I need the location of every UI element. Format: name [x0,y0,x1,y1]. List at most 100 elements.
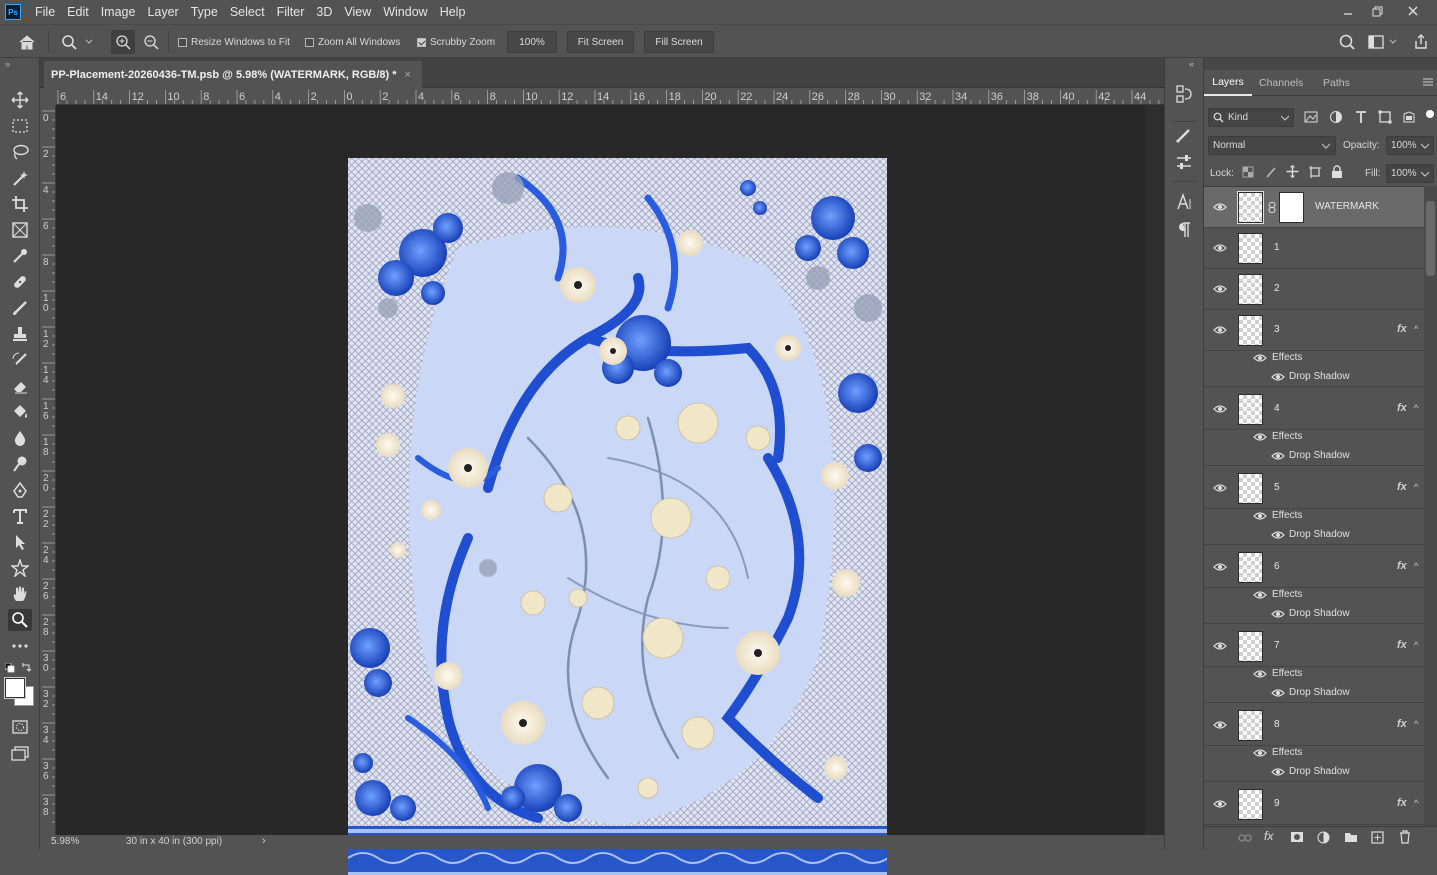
crop-tool-icon[interactable] [8,193,32,215]
visibility-eye-icon[interactable] [1213,325,1227,339]
hand-tool-icon[interactable] [8,583,32,605]
layer-row[interactable]: 7 fx ^ [1204,626,1424,667]
collapse-tools-icon[interactable]: » [5,59,10,69]
filter-adjustment-icon[interactable] [1329,110,1343,127]
canvas-workspace[interactable] [56,105,1145,875]
drop-shadow-row[interactable]: Drop Shadow [1204,684,1424,703]
layer-thumbnail[interactable] [1238,233,1263,264]
layer-effects-row[interactable]: Effects [1204,507,1424,526]
path-selection-tool-icon[interactable] [8,531,32,553]
layer-name[interactable]: 8 [1274,719,1280,730]
status-arrow-icon[interactable]: › [262,835,266,847]
layer-thumbnail[interactable] [1238,552,1263,583]
scrubby-zoom-check[interactable] [417,37,426,47]
chevron-up-icon[interactable]: ^ [1414,324,1418,334]
effects-eye-icon[interactable] [1253,432,1267,446]
history-panel-icon[interactable] [1175,84,1193,107]
frame-tool-icon[interactable] [8,219,32,241]
custom-shape-tool-icon[interactable] [8,557,32,579]
fill-input[interactable]: 100% [1386,164,1434,183]
filter-type-icon[interactable] [1354,110,1368,127]
character-panel-icon[interactable] [1175,192,1193,214]
resize-windows-checkbox[interactable]: Resize Windows to Fit [178,25,290,59]
layer-name[interactable]: 9 [1274,798,1280,809]
visibility-eye-icon[interactable] [1213,562,1227,576]
layer-effects-row[interactable]: Effects [1204,428,1424,447]
filter-toggle-icon[interactable] [1426,110,1434,118]
layer-thumbnail[interactable] [1238,710,1263,741]
menu-3d[interactable]: 3D [310,0,338,24]
blend-mode-select[interactable]: Normal [1208,136,1336,155]
more-tools-icon[interactable] [8,635,32,657]
layer-fx-icon[interactable]: fx [1397,718,1407,730]
layer-name[interactable]: 6 [1274,561,1280,572]
zoom-out-icon[interactable] [143,25,159,59]
layer-name[interactable]: 1 [1274,242,1280,253]
menu-file[interactable]: File [29,0,61,24]
healing-brush-tool-icon[interactable] [8,271,32,293]
menu-image[interactable]: Image [95,0,142,24]
drop-shadow-row[interactable]: Drop Shadow [1204,605,1424,624]
type-tool-icon[interactable] [8,505,32,527]
filter-smart-object-icon[interactable] [1402,110,1416,127]
layer-fx-icon[interactable]: fx [1397,797,1407,809]
visibility-eye-icon[interactable] [1213,243,1227,257]
search-icon[interactable] [1338,25,1356,59]
paint-bucket-tool-icon[interactable] [8,401,32,423]
zoom-all-windows-checkbox[interactable]: Zoom All Windows [305,25,400,59]
marquee-tool-icon[interactable] [8,115,32,137]
paragraph-panel-icon[interactable] [1175,221,1193,242]
layer-fx-icon[interactable]: fx [1397,481,1407,493]
drop-shadow-row[interactable]: Drop Shadow [1204,447,1424,466]
move-tool-icon[interactable] [8,89,32,111]
resize-windows-check[interactable] [178,37,187,47]
layer-name[interactable]: WATERMARK [1315,201,1379,212]
filter-shape-icon[interactable] [1378,110,1392,127]
adjustments-panel-icon[interactable] [1175,153,1193,174]
document-canvas[interactable] [348,158,887,875]
eraser-tool-icon[interactable] [8,375,32,397]
default-colors-icon[interactable] [4,662,15,676]
effects-eye-icon[interactable] [1253,748,1267,762]
clone-stamp-tool-icon[interactable] [8,323,32,345]
link-chain-icon[interactable] [1268,202,1276,213]
menu-select[interactable]: Select [224,0,271,24]
drop-shadow-eye-icon[interactable] [1271,767,1285,781]
visibility-eye-icon[interactable] [1213,641,1227,655]
new-adjustment-layer-icon[interactable] [1317,831,1330,847]
drop-shadow-row[interactable]: Drop Shadow [1204,526,1424,545]
layer-fx-icon[interactable]: fx [1397,639,1407,651]
menu-view[interactable]: View [338,0,377,24]
drop-shadow-row[interactable]: Drop Shadow [1204,763,1424,782]
tab-paths[interactable]: Paths [1323,70,1350,96]
layer-row[interactable]: 9 fx ^ [1204,784,1424,825]
zoom-all-check[interactable] [305,37,314,47]
layer-effects-row[interactable]: Effects [1204,665,1424,684]
scrubby-zoom-checkbox[interactable]: Scrubby Zoom [417,25,495,59]
layer-effects-row[interactable]: Effects [1204,586,1424,605]
lock-position-icon[interactable] [1286,164,1299,181]
visibility-eye-icon[interactable] [1213,404,1227,418]
visibility-eye-icon[interactable] [1213,202,1227,216]
layer-row[interactable]: 2 [1204,269,1424,310]
zoom-in-icon[interactable] [111,30,135,54]
tab-layers[interactable]: Layers [1204,70,1252,96]
visibility-eye-icon[interactable] [1213,720,1227,734]
layer-row[interactable]: 4 fx ^ [1204,389,1424,430]
vertical-ruler[interactable]: 02468101214161820222426283032343638 [40,105,56,835]
layer-thumbnail[interactable] [1238,631,1263,662]
zoom-value-button[interactable]: 100% [507,31,557,53]
effects-eye-icon[interactable] [1253,590,1267,604]
layer-fx-icon[interactable]: fx [1397,560,1407,572]
layers-list[interactable]: WATERMARK 1 2 3 fx ^ Effects Drop Shadow 4 fx ^ Eff… [1204,186,1424,826]
drop-shadow-eye-icon[interactable] [1271,609,1285,623]
close-tab-icon[interactable]: × [405,69,411,81]
drop-shadow-eye-icon[interactable] [1271,688,1285,702]
layer-effects-row[interactable]: Effects [1204,349,1424,368]
layer-fx-icon[interactable]: fx [1397,323,1407,335]
zoom-tool-icon[interactable] [8,609,32,631]
chevron-up-icon[interactable]: ^ [1414,403,1418,413]
layer-thumbnail[interactable] [1238,394,1263,425]
menu-window[interactable]: Window [377,0,433,24]
layer-effects-row[interactable]: Effects [1204,744,1424,763]
